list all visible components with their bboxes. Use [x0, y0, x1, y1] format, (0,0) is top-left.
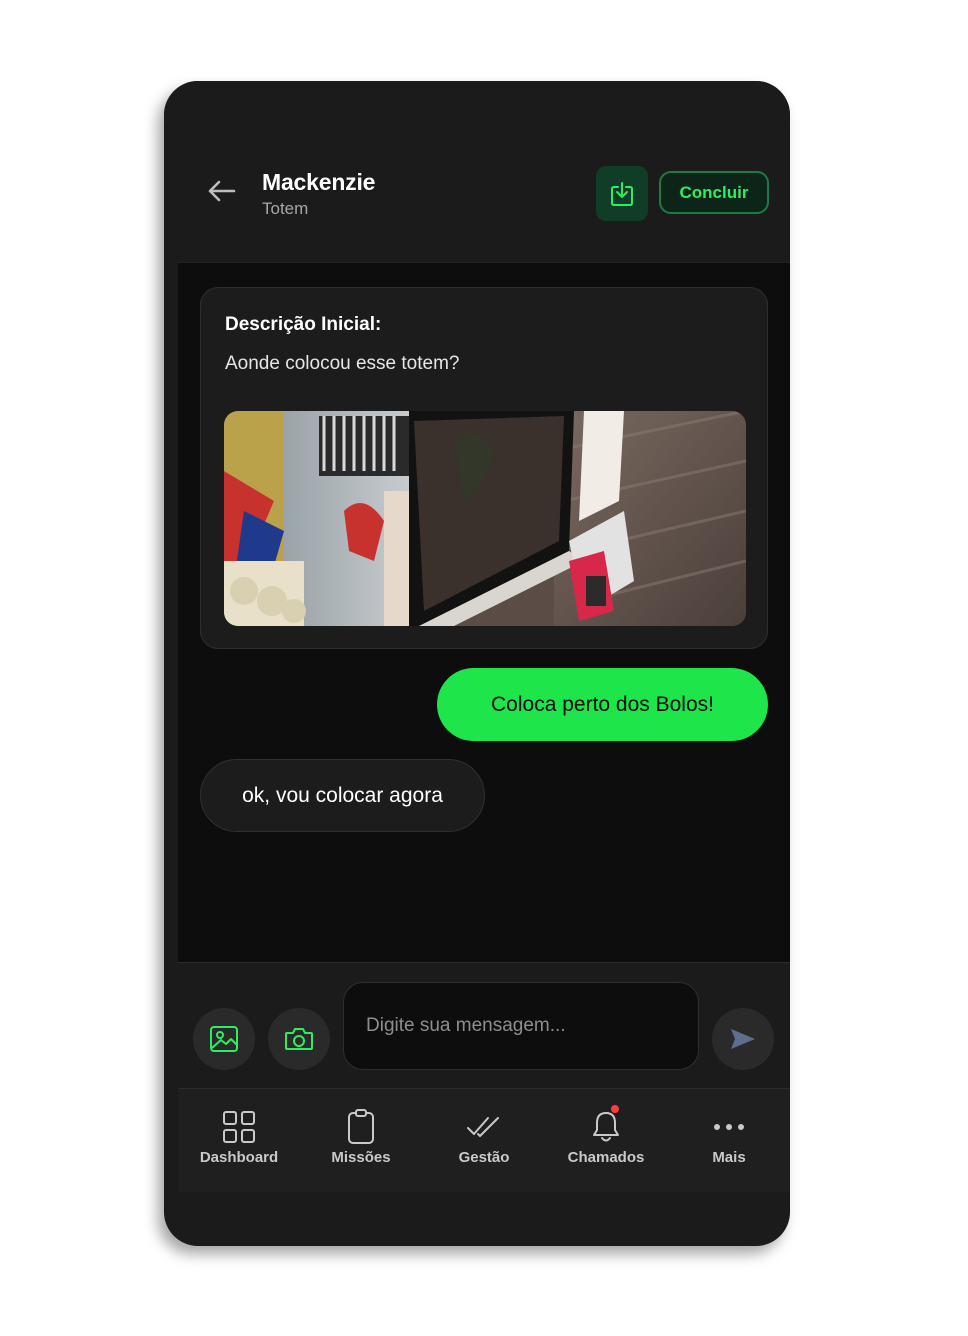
- phone-frame: Mackenzie Totem Concluir Descrição Inici…: [164, 81, 790, 1246]
- image-icon: [210, 1026, 238, 1052]
- nav-label: Chamados: [567, 1149, 645, 1166]
- page-subtitle: Totem: [262, 199, 309, 218]
- chat-area: Descrição Inicial: Aonde colocou esse to…: [178, 262, 790, 962]
- grid-icon: [223, 1111, 255, 1143]
- nav-label: Missões: [331, 1149, 391, 1166]
- send-icon: [731, 1029, 755, 1049]
- camera-button[interactable]: [268, 1008, 330, 1070]
- download-button[interactable]: [596, 166, 648, 221]
- concluir-button[interactable]: Concluir: [659, 171, 769, 214]
- attached-photo[interactable]: [224, 411, 746, 626]
- message-bubble-incoming: ok, vou colocar agora: [200, 759, 485, 832]
- description-card: Descrição Inicial: Aonde colocou esse to…: [200, 287, 768, 649]
- camera-icon: [285, 1028, 313, 1050]
- message-composer: [178, 962, 790, 1088]
- arrow-left-icon: [208, 180, 236, 202]
- notification-dot: [611, 1105, 619, 1113]
- description-text: Aonde colocou esse totem?: [225, 353, 460, 374]
- clipboard-icon: [348, 1109, 374, 1144]
- chat-header: Mackenzie Totem Concluir: [164, 81, 790, 262]
- gallery-button[interactable]: [193, 1008, 255, 1070]
- message-bubble-outgoing: Coloca perto dos Bolos!: [437, 668, 768, 741]
- nav-label: Dashboard: [199, 1149, 279, 1166]
- page-title: Mackenzie: [262, 169, 376, 195]
- double-check-icon: [467, 1117, 499, 1137]
- description-label: Descrição Inicial:: [225, 314, 382, 335]
- nav-label: Gestão: [458, 1149, 510, 1166]
- back-button[interactable]: [204, 177, 240, 205]
- bottom-navigation: Dashboard Missões Gestão Chamados Mais: [178, 1088, 790, 1192]
- send-button[interactable]: [712, 1008, 774, 1070]
- message-input[interactable]: [343, 982, 699, 1070]
- nav-item-mais[interactable]: Mais: [668, 1089, 790, 1193]
- nav-item-dashboard[interactable]: Dashboard: [178, 1089, 300, 1193]
- more-icon: [714, 1124, 744, 1130]
- nav-label: Mais: [712, 1149, 746, 1166]
- nav-item-gestao[interactable]: Gestão: [423, 1089, 545, 1193]
- bell-icon: [593, 1112, 619, 1142]
- nav-item-chamados[interactable]: Chamados: [545, 1089, 667, 1193]
- download-icon: [611, 181, 633, 206]
- nav-item-missoes[interactable]: Missões: [300, 1089, 422, 1193]
